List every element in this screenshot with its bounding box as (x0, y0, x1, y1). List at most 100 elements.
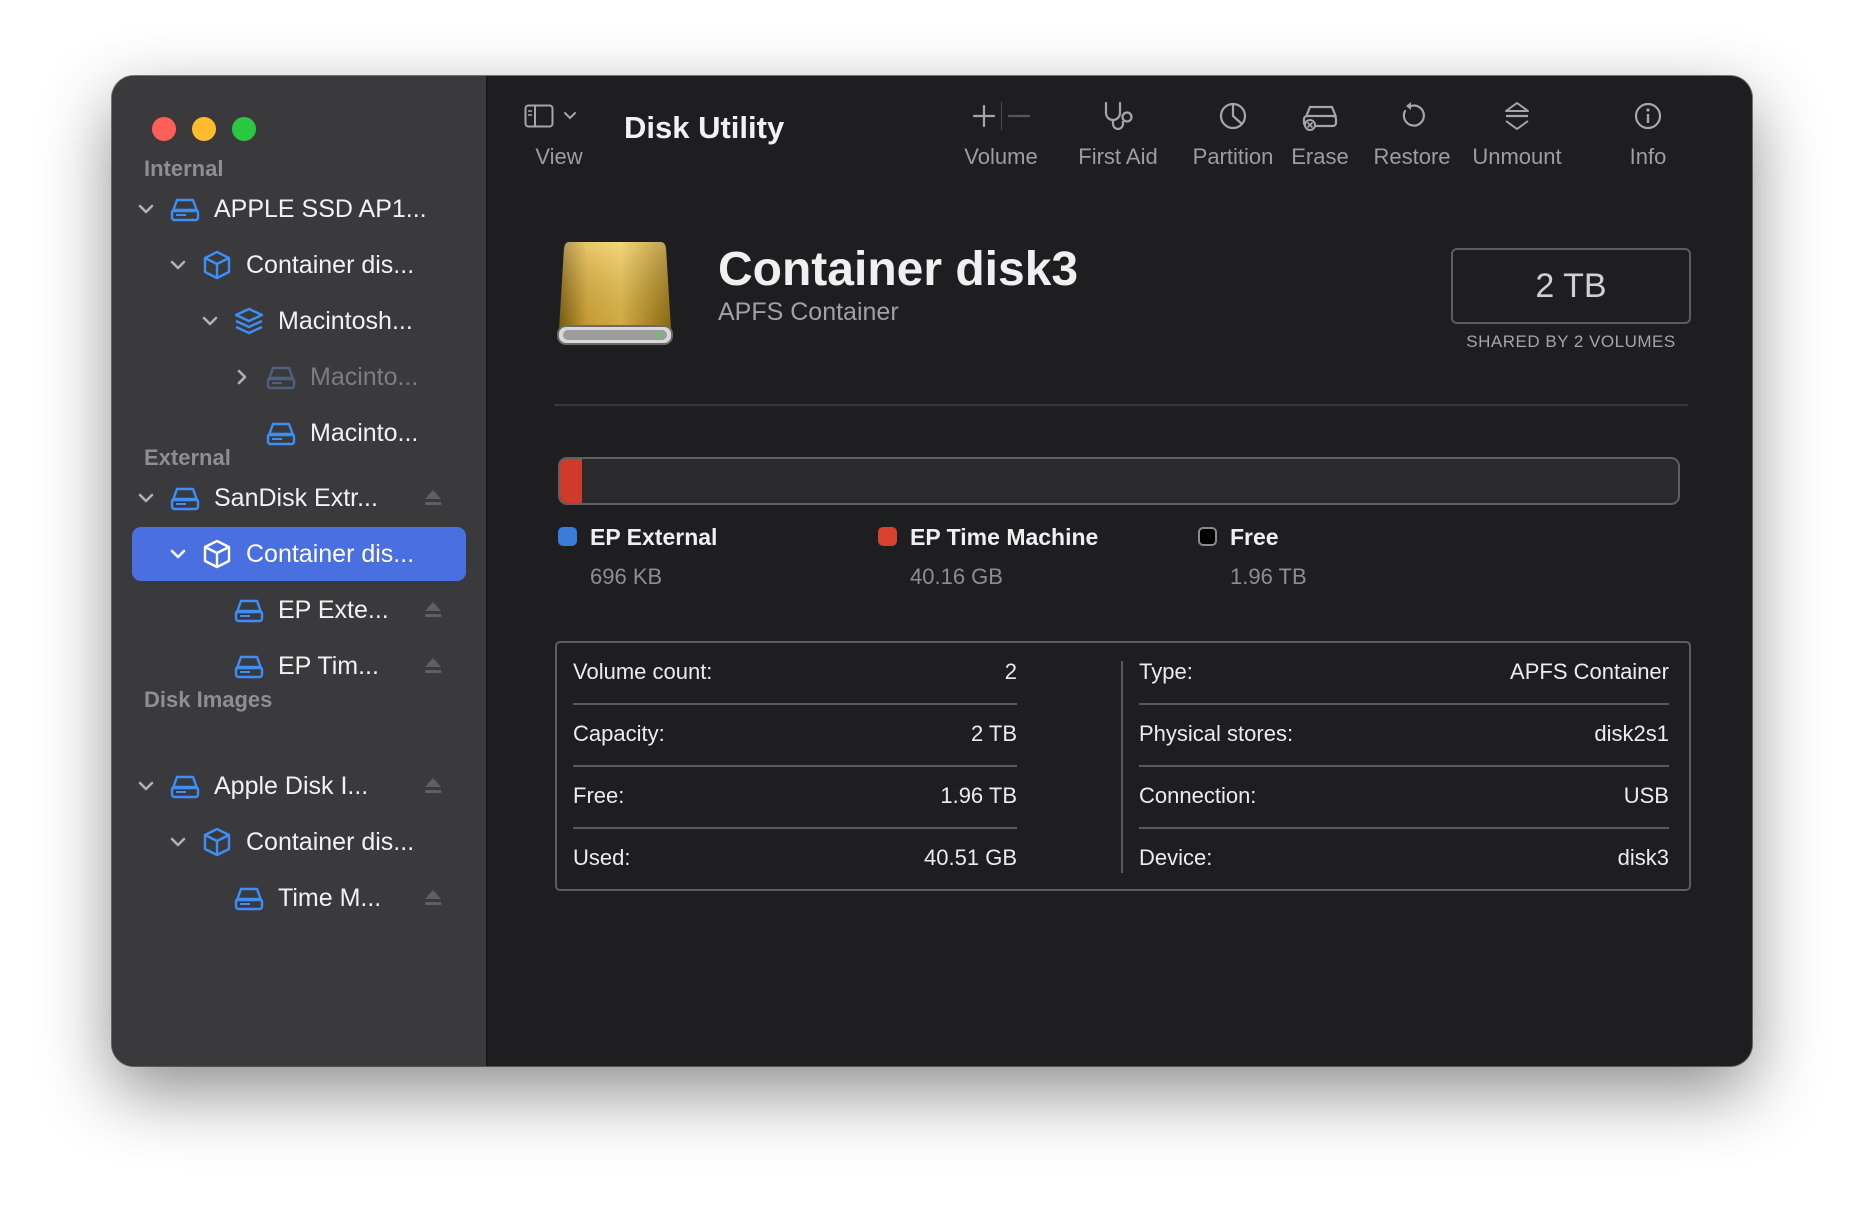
info-key: Used: (573, 845, 631, 870)
minus-icon[interactable] (1006, 103, 1032, 129)
column-divider (1121, 661, 1123, 873)
erase-label: Erase (1291, 144, 1349, 169)
drive-icon (266, 366, 296, 390)
eject-icon[interactable] (423, 775, 443, 797)
legend-name: EP Time Machine (910, 524, 1099, 550)
unmount-label: Unmount (1472, 144, 1562, 169)
sidebar-item-macintosh-data[interactable]: Macinto... (132, 406, 466, 460)
legend-swatch (878, 527, 897, 546)
drive-icon (170, 198, 200, 222)
container-icon (203, 827, 231, 857)
restore-icon (1402, 102, 1425, 127)
sidebar-item-label: SanDisk Extr... (214, 484, 378, 512)
info-row: Free: 1.96 TB (573, 767, 1017, 829)
sidebar-item-label: Apple Disk I... (214, 772, 369, 800)
sidebar-toggle-icon (524, 104, 554, 128)
sidebar: Internal External Disk Images APPLE SSD … (112, 76, 488, 1066)
legend-name: EP External (590, 524, 718, 550)
sidebar-item-label: Macinto... (310, 363, 419, 391)
info-value: disk3 (1617, 845, 1669, 870)
chevron-down-icon (564, 112, 576, 120)
container-icon (203, 250, 231, 280)
sidebar-item-ep-external[interactable]: EP Exte... (132, 583, 466, 637)
external-disk-icon (557, 242, 673, 345)
chevron-right-icon[interactable] (228, 363, 256, 391)
sidebar-item-label: Macinto... (310, 419, 419, 447)
info-row: Device: disk3 (1139, 829, 1669, 891)
plus-icon[interactable] (971, 103, 997, 129)
sidebar-item-macintosh-volume-group[interactable]: Macintosh... (132, 294, 466, 348)
disk-utility-window: Internal External Disk Images APPLE SSD … (112, 76, 1752, 1066)
sidebar-item-label: EP Tim... (278, 652, 379, 680)
info-label: Info (1629, 144, 1667, 169)
sidebar-item-container-external[interactable]: Container dis... (132, 527, 466, 581)
volume-button[interactable]: Volume (956, 96, 1046, 170)
sidebar-item-apple-disk-image[interactable]: Apple Disk I... (132, 759, 466, 813)
drive-icon (170, 775, 200, 799)
info-column-left: Volume count: 2 Capacity: 2 TB Free: 1.9… (573, 643, 1017, 889)
minimize-window-button[interactable] (192, 117, 216, 141)
sidebar-section-internal: Internal (144, 156, 224, 181)
sidebar-item-container-disk-image[interactable]: Container dis... (132, 815, 466, 869)
info-key: Free: (573, 783, 625, 808)
container-title: Container disk3 (718, 243, 1079, 296)
info-row: Used: 40.51 GB (573, 829, 1017, 891)
info-key: Volume count: (573, 659, 713, 684)
sidebar-item-container-internal[interactable]: Container dis... (132, 238, 466, 292)
erase-disk-icon (1302, 105, 1338, 131)
legend-value: 1.96 TB (1230, 564, 1307, 589)
info-row: Physical stores: disk2s1 (1139, 705, 1669, 767)
legend-swatch (1198, 527, 1217, 546)
info-value: disk2s1 (1594, 721, 1669, 746)
info-value: 40.51 GB (924, 845, 1017, 870)
info-value: 1.96 TB (940, 783, 1017, 808)
info-value: 2 (1004, 659, 1017, 684)
chevron-down-icon[interactable] (196, 307, 224, 335)
info-row: Connection: USB (1139, 767, 1669, 829)
erase-button[interactable]: Erase (1280, 96, 1360, 170)
eject-icon[interactable] (423, 599, 443, 621)
eject-icon[interactable] (423, 887, 443, 909)
close-window-button[interactable] (152, 117, 176, 141)
chevron-down-icon[interactable] (164, 251, 192, 279)
info-key: Physical stores: (1139, 721, 1294, 746)
sidebar-item-macintosh-snapshot[interactable]: Macinto... (132, 350, 466, 404)
unmount-button[interactable]: Unmount (1462, 96, 1572, 170)
info-row: Capacity: 2 TB (573, 705, 1017, 767)
restore-button[interactable]: Restore (1362, 96, 1462, 170)
info-button[interactable]: Info (1618, 96, 1678, 170)
chevron-down-icon[interactable] (132, 772, 160, 800)
divider (554, 404, 1688, 406)
main-pane: View Disk Utility Volume First Aid Parti… (488, 76, 1752, 1066)
container-subtitle: APFS Container (718, 298, 899, 326)
sidebar-item-sandisk[interactable]: SanDisk Extr... (132, 471, 466, 525)
sidebar-item-ep-time-machine[interactable]: EP Tim... (132, 639, 466, 693)
partition-button[interactable]: Partition (1183, 96, 1283, 170)
sidebar-item-label: Macintosh... (278, 307, 413, 335)
pie-chart-icon (1219, 102, 1247, 130)
info-row: Volume count: 2 (573, 643, 1017, 705)
info-key: Device: (1139, 845, 1213, 870)
volume-stack-icon (234, 307, 264, 335)
chevron-down-icon[interactable] (164, 828, 192, 856)
partition-label: Partition (1192, 144, 1274, 169)
sidebar-item-label: Container dis... (246, 540, 415, 568)
sidebar-item-apple-ssd[interactable]: APPLE SSD AP1... (132, 182, 466, 236)
chevron-down-icon[interactable] (164, 540, 192, 568)
capacity-box: 2 TB (1451, 248, 1691, 324)
sidebar-item-label: Container dis... (246, 251, 415, 279)
drive-icon (234, 599, 264, 623)
first-aid-button[interactable]: First Aid (1068, 96, 1168, 170)
stethoscope-icon (1104, 101, 1133, 131)
first-aid-label: First Aid (1078, 144, 1158, 169)
info-row: Type: APFS Container (1139, 643, 1669, 705)
chevron-down-icon[interactable] (132, 484, 160, 512)
zoom-window-button[interactable] (232, 117, 256, 141)
chevron-down-icon[interactable] (132, 195, 160, 223)
eject-icon[interactable] (423, 655, 443, 677)
sidebar-item-time-machine[interactable]: Time M... (132, 871, 466, 925)
sidebar-item-label: EP Exte... (278, 596, 389, 624)
app-title: Disk Utility (624, 110, 785, 145)
eject-icon[interactable] (423, 487, 443, 509)
view-button[interactable]: View (524, 96, 594, 170)
